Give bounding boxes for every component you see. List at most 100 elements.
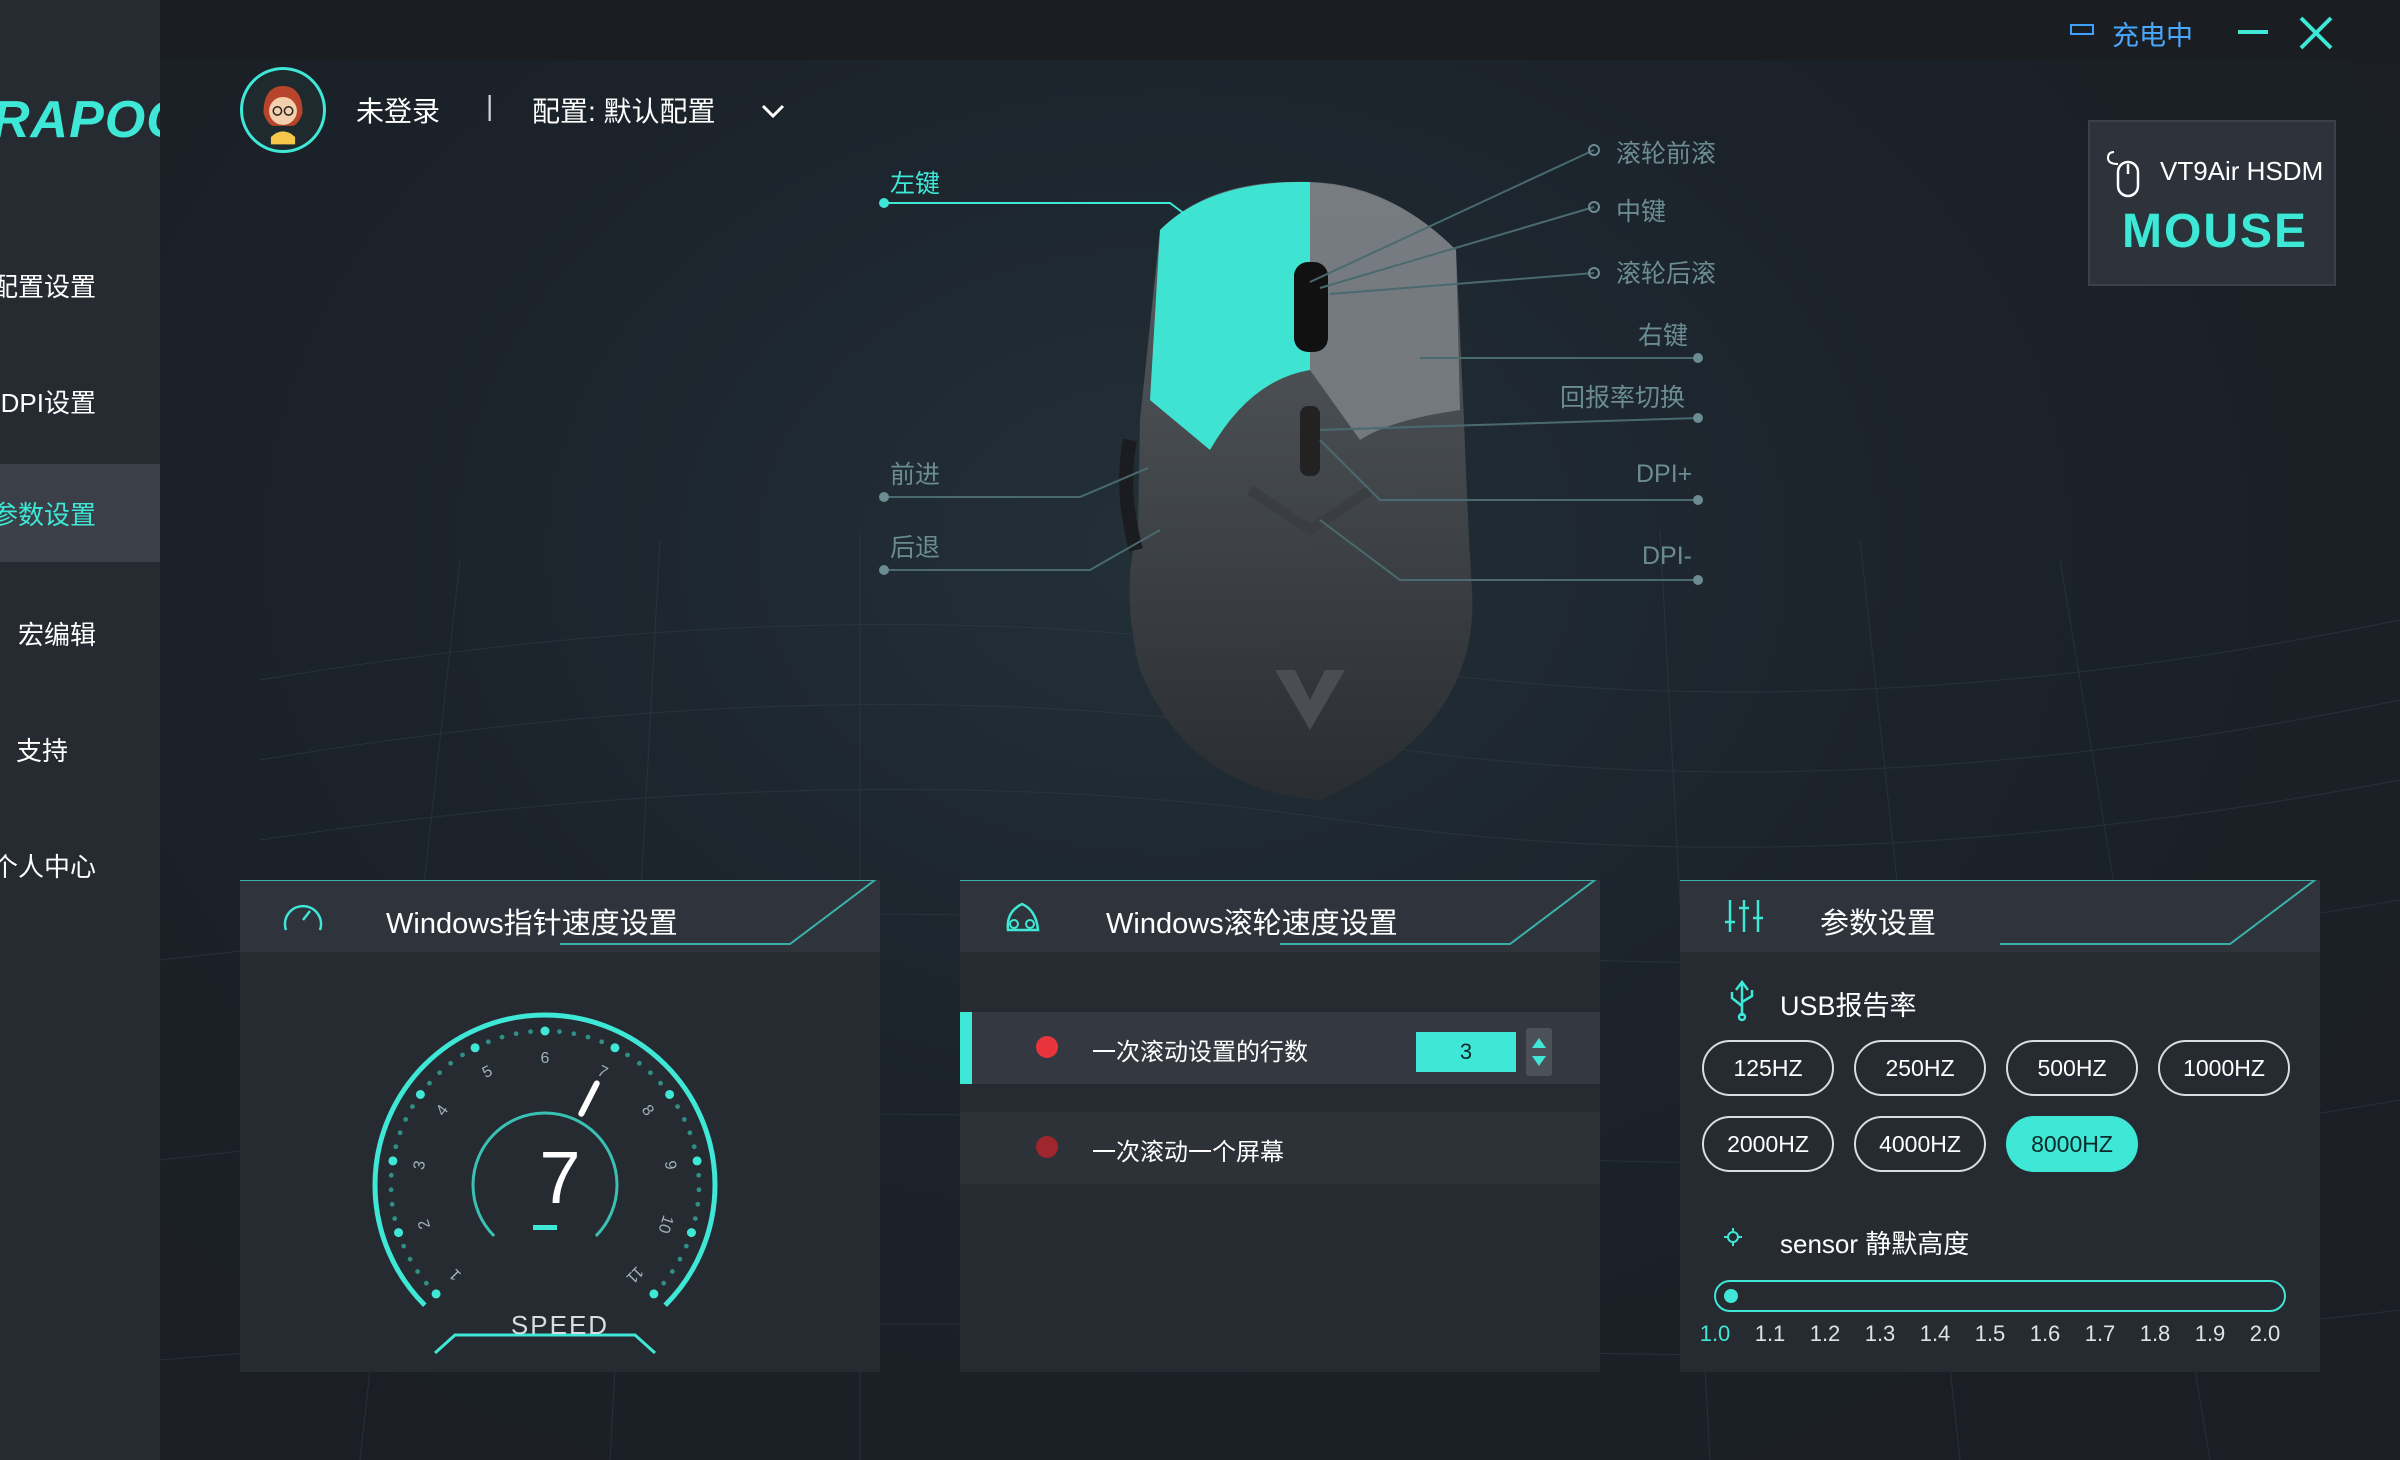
gauge-dot [695, 1201, 701, 1207]
lod-tick: 1.1 [1754, 1321, 1786, 1346]
gauge-dot [649, 1289, 659, 1299]
gauge-dot [499, 1034, 505, 1040]
gauge-dot [388, 1172, 394, 1178]
lod-tick: 2.0 [2249, 1321, 2281, 1346]
gauge-dot [485, 1039, 491, 1045]
gauge-scale-label: 9 [661, 1159, 679, 1171]
scroll-option-lines[interactable]: 一次滚动设置的行数 3 [960, 1012, 1600, 1084]
scroll-option-label: 一次滚动设置的行数 [1092, 1039, 1308, 1066]
gauge-dot [470, 1043, 480, 1053]
lod-tick: 1.0 [1699, 1321, 1731, 1346]
gauge-dot [392, 1216, 398, 1221]
selected-indicator [960, 1012, 972, 1084]
button-label-forward[interactable]: 前进 [890, 455, 940, 491]
scroll-speed-panel: Windows滚轮速度设置 一次滚动设置的行数 3 一次滚动一个屏幕 [960, 880, 1600, 1372]
panel-title: 参数设置 [1820, 908, 1937, 940]
rate-button-4000hz[interactable]: 4000HZ [1854, 1116, 1986, 1172]
button-label-wheel-forward[interactable]: 滚轮前滚 [1616, 134, 1716, 170]
login-status[interactable]: 未登录 [356, 90, 440, 130]
sidebar-item-params[interactable]: 参数设置 [0, 464, 160, 562]
rate-button-1000hz[interactable]: 1000HZ [2158, 1040, 2290, 1096]
rate-button-500hz[interactable]: 500HZ [2006, 1040, 2138, 1096]
lines-input[interactable]: 3 [1416, 1032, 1516, 1072]
sidebar-item-config[interactable]: 配置设置 [0, 236, 160, 334]
scroll-option-screen[interactable]: 一次滚动一个屏幕 [960, 1112, 1600, 1184]
gauge-dot [675, 1104, 680, 1110]
lod-tick: 1.9 [2194, 1321, 2226, 1346]
minimize-button[interactable] [2238, 30, 2268, 34]
gauge-dot [610, 1043, 620, 1053]
chevron-down-icon[interactable] [758, 96, 788, 126]
rate-button-8000hz[interactable]: 8000HZ [2006, 1116, 2138, 1172]
radio-selected[interactable] [1036, 1036, 1058, 1058]
radio-unselected[interactable] [1036, 1136, 1058, 1158]
button-label-dpi-plus[interactable]: DPI+ [1636, 460, 1692, 489]
gauge-dot [410, 1104, 415, 1110]
button-label-right[interactable]: 右键 [1638, 316, 1688, 352]
button-label-wheel-back[interactable]: 滚轮后滚 [1616, 254, 1716, 290]
gauge-dot [394, 1228, 404, 1238]
gauge-dot [696, 1187, 702, 1193]
gauge-scale-label: 4 [433, 1102, 452, 1119]
sidebar-item-label: 个人中心 [0, 851, 96, 882]
gauge-dot [658, 1080, 663, 1086]
usb-icon [1730, 979, 1754, 1022]
charging-status: 充电中 [2112, 21, 2193, 51]
gauge-dot [393, 1144, 399, 1150]
button-label-middle[interactable]: 中键 [1616, 192, 1666, 228]
mouse-illustration [1119, 181, 1473, 800]
avatar[interactable] [240, 67, 326, 153]
lod-slider[interactable] [1714, 1280, 2286, 1312]
gauge-scale-label: 8 [638, 1102, 657, 1119]
rate-button-250hz[interactable]: 250HZ [1854, 1040, 1986, 1096]
sidebar-item-macro[interactable]: 宏编辑 [0, 584, 160, 682]
scroll-option-label: 一次滚动一个屏幕 [1092, 1139, 1284, 1166]
lines-stepper[interactable] [1526, 1028, 1552, 1076]
lod-tick: 1.7 [2084, 1321, 2116, 1346]
rate-button-125hz[interactable]: 125HZ [1702, 1040, 1834, 1096]
speed-value: 7 [539, 1136, 581, 1219]
sidebar-item-dpi[interactable]: DPI设置 [0, 352, 160, 450]
gauge-dot [681, 1117, 687, 1122]
rate-button-2000hz[interactable]: 2000HZ [1702, 1116, 1834, 1172]
gauge-dot [661, 1280, 667, 1286]
gauge-dot [687, 1130, 693, 1136]
usb-rate-label: USB报告率 [1780, 991, 1917, 1021]
gauge-dot [648, 1070, 653, 1076]
button-label-left[interactable]: 左键 [890, 164, 940, 200]
button-label-dpi-minus[interactable]: DPI- [1642, 542, 1692, 571]
lod-tick: 1.2 [1809, 1321, 1841, 1346]
sensor-icon [1724, 1228, 1742, 1246]
gauge-scale-label: 5 [480, 1063, 496, 1082]
sidebar-item-label: 配置设置 [0, 271, 96, 302]
lod-tick: 1.5 [1974, 1321, 2006, 1346]
gauge-dot [540, 1026, 550, 1036]
speed-label: SPEED [510, 1310, 610, 1340]
sidebar-item-label: 参数设置 [0, 499, 96, 530]
sidebar: RAPOO 配置设置 DPI设置 参数设置 宏编辑 支持 个人中心 [0, 0, 160, 1460]
gauge-dot [528, 1029, 533, 1035]
sidebar-item-support[interactable]: 支持 [0, 700, 160, 798]
params-panel: 参数设置 USB报告率 125HZ 250HZ 500HZ 1000HZ 2000HZ 4… [1680, 880, 2320, 1372]
gauge-scale-label: 6 [541, 1050, 550, 1067]
sidebar-item-profile[interactable]: 个人中心 [0, 816, 160, 914]
pointer-speed-panel: Windows指针速度设置 1 2 3 4 5 6 7 8 9 10 11 7 SPEED [240, 880, 880, 1372]
gauge-dot [407, 1256, 413, 1262]
gauge-dot [557, 1029, 562, 1035]
close-button[interactable] [2298, 15, 2334, 51]
gauge-dot [415, 1269, 421, 1274]
gauge-dot [415, 1089, 425, 1099]
gauge-dot [692, 1216, 698, 1221]
gauge-dot [585, 1034, 591, 1040]
gauge-scale-label: 1 [446, 1265, 464, 1283]
battery-icon [2070, 24, 2094, 35]
gauge-scale-label: 2 [415, 1217, 434, 1231]
slider-thumb[interactable] [1724, 1289, 1738, 1303]
gauge-dot [431, 1289, 441, 1299]
button-label-back[interactable]: 后退 [890, 528, 940, 564]
gauge-dot [692, 1156, 702, 1166]
gauge-dot [513, 1031, 519, 1037]
button-label-report-rate[interactable]: 回报率切换 [1560, 378, 1685, 414]
gauge-dot [448, 1060, 454, 1066]
config-selector[interactable]: 配置: 默认配置 [532, 90, 716, 130]
